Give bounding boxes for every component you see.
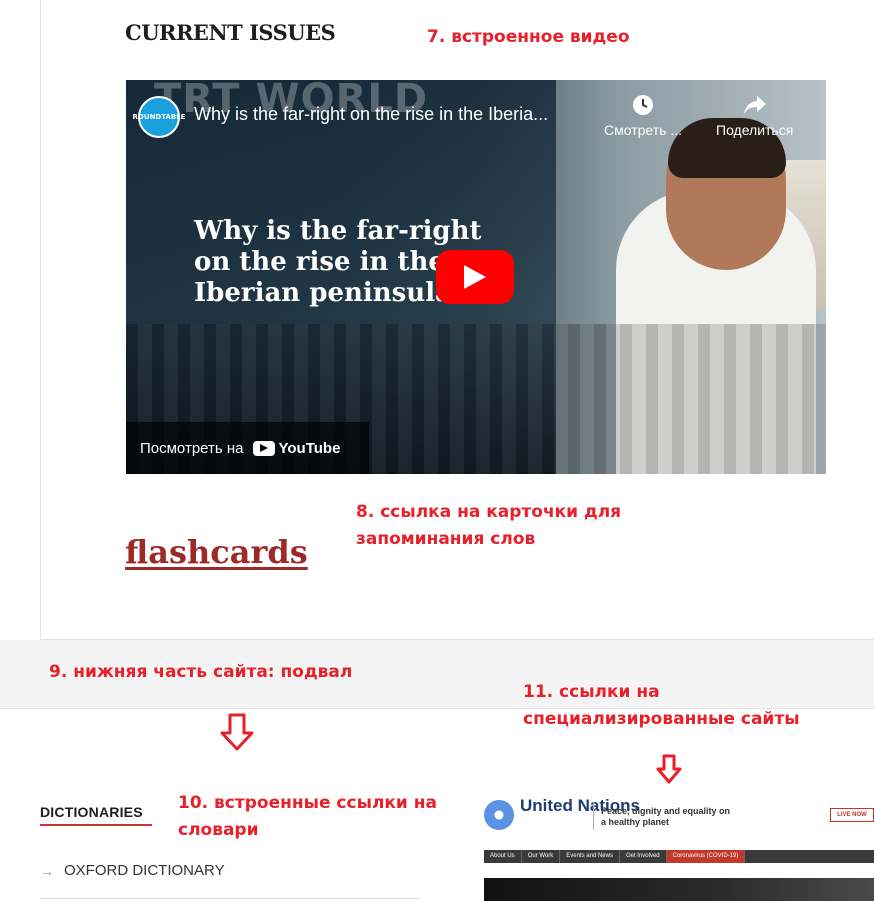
clock-icon bbox=[633, 95, 653, 115]
down-arrow-icon bbox=[656, 754, 682, 784]
un-nav-item[interactable]: About Us bbox=[484, 850, 522, 863]
dictionary-link-label: OXFORD DICTIONARY bbox=[64, 862, 225, 879]
annotation-8: 8. ссылка на карточки для запоминания сл… bbox=[356, 502, 622, 549]
embedded-video[interactable]: TRT WORLD ROUNDTABLE Why is the far-righ… bbox=[126, 80, 826, 474]
channel-avatar-text: ROUNDTABLE bbox=[132, 113, 186, 121]
play-icon bbox=[464, 265, 486, 289]
un-nav-item-covid[interactable]: Coronavirus (COVID-19) bbox=[666, 850, 746, 863]
arrow-right-icon: → bbox=[40, 862, 54, 879]
un-nav-item[interactable]: Events and News bbox=[560, 850, 620, 863]
dictionary-link-oxford[interactable]: → OXFORD DICTIONARY bbox=[40, 862, 225, 879]
dictionaries-heading: DICTIONARIES bbox=[40, 804, 143, 820]
un-nav-bar: About Us Our Work Events and News Get In… bbox=[484, 850, 874, 863]
share-icon bbox=[743, 96, 766, 114]
un-nav-item[interactable]: Get Involved bbox=[620, 850, 667, 863]
share-label: Поделиться bbox=[716, 122, 794, 138]
un-site-link[interactable]: United Nations Peace, dignity and equali… bbox=[484, 790, 874, 901]
down-arrow-icon bbox=[220, 713, 254, 751]
divider bbox=[40, 898, 420, 899]
flashcards-link[interactable]: flashcards bbox=[125, 533, 308, 571]
un-tagline: Peace, dignity and equality on a healthy… bbox=[601, 806, 731, 827]
un-emblem-icon bbox=[484, 800, 514, 830]
heading-underline bbox=[40, 824, 152, 826]
video-title[interactable]: Why is the far-right on the rise in the … bbox=[194, 104, 594, 125]
section-title: CURRENT ISSUES bbox=[125, 20, 336, 45]
annotation-9: 9. нижняя часть сайта: подвал bbox=[49, 662, 353, 682]
channel-avatar[interactable]: ROUNDTABLE bbox=[133, 96, 185, 138]
annotation-10: 10. встроенные ссылки на словари bbox=[178, 793, 437, 840]
youtube-label: YouTube bbox=[278, 439, 341, 457]
un-hero-image bbox=[484, 878, 874, 901]
youtube-logo-icon: YouTube bbox=[253, 440, 340, 457]
live-now-button[interactable]: LIVE NOW bbox=[830, 808, 874, 822]
watch-later-button[interactable]: Смотреть ... bbox=[604, 94, 682, 138]
un-nav-item[interactable]: Our Work bbox=[522, 850, 561, 863]
watch-on-youtube-button[interactable]: Посмотреть на YouTube bbox=[126, 422, 369, 474]
share-button[interactable]: Поделиться bbox=[716, 94, 793, 138]
separator bbox=[593, 802, 594, 830]
watch-later-label: Смотреть ... bbox=[604, 122, 682, 138]
annotation-7: 7. встроенное видео bbox=[427, 27, 630, 47]
play-button[interactable] bbox=[436, 250, 514, 304]
watch-on-label: Посмотреть на bbox=[140, 439, 244, 457]
annotation-11: 11. ссылки на специализированные сайты bbox=[523, 682, 800, 729]
